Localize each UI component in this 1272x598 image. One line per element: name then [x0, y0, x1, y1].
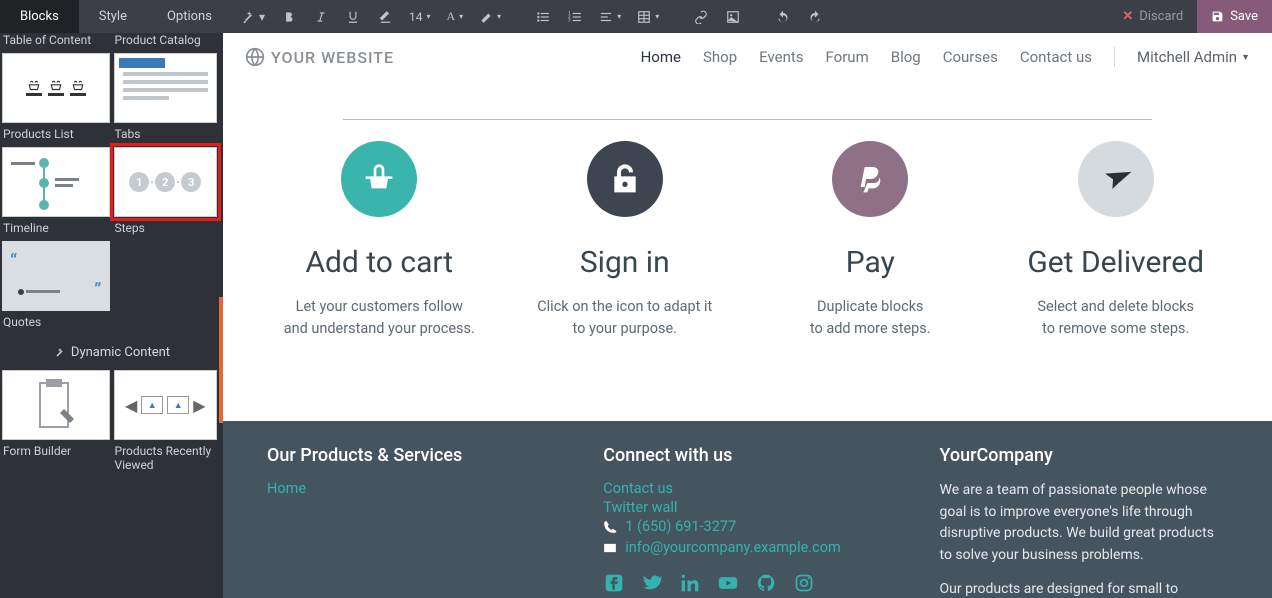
step-3[interactable]: Pay Duplicate blocksto add more steps. [754, 141, 987, 341]
site-logo[interactable]: YOUR WEBSITE [245, 47, 394, 67]
block-products-recently-viewed[interactable]: ◀▲▲▶ Products Recently Viewed [112, 370, 224, 478]
youtube-icon[interactable] [717, 572, 739, 594]
footer-link-twitter[interactable]: Twitter wall [603, 499, 911, 516]
nav-blog[interactable]: Blog [891, 48, 921, 66]
step-4[interactable]: Get Delivered Select and delete blocksto… [999, 141, 1232, 341]
magic-wand-dropdown[interactable]: ▾ [233, 0, 273, 33]
block-products-list[interactable]: Products List [0, 53, 112, 147]
step-desc: Select and delete blocksto remove some s… [999, 296, 1232, 341]
nav-forum[interactable]: Forum [826, 48, 869, 66]
plane-icon [1078, 141, 1154, 217]
table-dropdown[interactable]: ▾ [629, 0, 667, 33]
footer-phone[interactable]: 1 (650) 691-3277 [625, 518, 736, 535]
numbered-list-button[interactable]: 123 [559, 0, 591, 33]
nav-contact[interactable]: Contact us [1020, 48, 1092, 66]
link-button[interactable] [685, 0, 717, 33]
site-footer: Our Products & Services Home Connect wit… [223, 421, 1272, 598]
block-form-builder[interactable]: Form Builder [0, 370, 112, 478]
step-2[interactable]: Sign in Click on the icon to adapt itto … [508, 141, 741, 341]
dynamic-content-header: Dynamic Content [0, 335, 223, 370]
block-tabs[interactable]: Tabs [112, 53, 224, 147]
footer-heading: Our Products & Services [267, 445, 575, 466]
font-size-dropdown[interactable]: 14▾ [401, 0, 439, 33]
social-icons [603, 572, 911, 594]
step-title: Pay [754, 245, 987, 280]
basket-icon [341, 141, 417, 217]
step-title: Sign in [508, 245, 741, 280]
nav-shop[interactable]: Shop [703, 48, 737, 66]
instagram-icon[interactable] [793, 572, 815, 594]
step-desc: Duplicate blocksto add more steps. [754, 296, 987, 341]
nav-home[interactable]: Home [641, 48, 681, 66]
steps-connector-line [343, 119, 1152, 120]
paypal-icon [832, 141, 908, 217]
block-quotes[interactable]: “” Quotes [0, 241, 112, 335]
footer-text: Our products are designed for small to m… [940, 579, 1228, 598]
close-icon: ✕ [1122, 9, 1133, 24]
footer-email[interactable]: info@yourcompany.example.com [625, 539, 840, 556]
italic-button[interactable] [305, 0, 337, 33]
steps-block[interactable]: Add to cart Let your customers followand… [223, 81, 1272, 421]
block-timeline[interactable]: Timeline [0, 147, 112, 241]
envelope-icon [603, 541, 617, 555]
chevron-down-icon: ▼ [1241, 52, 1250, 63]
bold-button[interactable] [273, 0, 305, 33]
admin-dropdown[interactable]: Mitchell Admin▼ [1137, 48, 1250, 66]
block-table-of-content[interactable]: Table of Content [0, 33, 112, 53]
editor-tab-list: Blocks Style Options [0, 0, 232, 33]
highlight-dropdown[interactable]: ▾ [471, 0, 509, 33]
bullet-list-button[interactable] [527, 0, 559, 33]
site-nav: Home Shop Events Forum Blog Courses Cont… [641, 47, 1250, 67]
footer-text: We are a team of passionate people whose… [940, 480, 1228, 567]
editor-topbar: Blocks Style Options ▾ 14▾ A▾ ▾ 123 ▾ ▾ … [0, 0, 1272, 33]
undo-button[interactable] [767, 0, 799, 33]
footer-heading: Connect with us [603, 445, 911, 466]
footer-col-company: YourCompany We are a team of passionate … [926, 445, 1242, 598]
block-steps[interactable]: 123 Steps [112, 147, 224, 241]
wand-icon [53, 347, 65, 359]
footer-col-products: Our Products & Services Home [253, 445, 589, 598]
globe-icon [245, 47, 265, 67]
nav-courses[interactable]: Courses [943, 48, 998, 66]
tab-style[interactable]: Style [79, 0, 147, 33]
step-title: Get Delivered [999, 245, 1232, 280]
footer-link-contact[interactable]: Contact us [603, 480, 911, 497]
step-title: Add to cart [263, 245, 496, 280]
nav-events[interactable]: Events [759, 48, 803, 66]
font-color-dropdown[interactable]: A▾ [438, 0, 471, 33]
image-button[interactable] [717, 0, 749, 33]
block-empty [112, 241, 224, 335]
footer-heading: YourCompany [940, 445, 1228, 466]
unlock-icon [587, 141, 663, 217]
discard-button[interactable]: ✕Discard [1108, 9, 1197, 24]
website-canvas[interactable]: YOUR WEBSITE Home Shop Events Forum Blog… [223, 33, 1272, 598]
facebook-icon[interactable] [603, 572, 625, 594]
align-dropdown[interactable]: ▾ [591, 0, 629, 33]
redo-button[interactable] [799, 0, 831, 33]
blocks-sidebar: Table of Content Product Catalog Product… [0, 33, 223, 598]
clear-format-button[interactable] [369, 0, 401, 33]
twitter-icon[interactable] [641, 572, 663, 594]
step-desc: Click on the icon to adapt itto your pur… [508, 296, 741, 341]
step-desc: Let your customers followand understand … [263, 296, 496, 341]
phone-icon [603, 520, 617, 534]
tab-options[interactable]: Options [147, 0, 232, 33]
underline-button[interactable] [337, 0, 369, 33]
tab-blocks[interactable]: Blocks [0, 0, 79, 33]
block-product-catalog[interactable]: Product Catalog [112, 33, 224, 53]
step-1[interactable]: Add to cart Let your customers followand… [263, 141, 496, 341]
save-icon [1211, 10, 1224, 23]
footer-link-home[interactable]: Home [267, 480, 575, 497]
svg-text:3: 3 [568, 17, 571, 23]
linkedin-icon[interactable] [679, 572, 701, 594]
site-header: YOUR WEBSITE Home Shop Events Forum Blog… [223, 33, 1272, 81]
save-button[interactable]: Save [1197, 0, 1272, 33]
footer-col-connect: Connect with us Contact us Twitter wall … [589, 445, 925, 598]
github-icon[interactable] [755, 572, 777, 594]
